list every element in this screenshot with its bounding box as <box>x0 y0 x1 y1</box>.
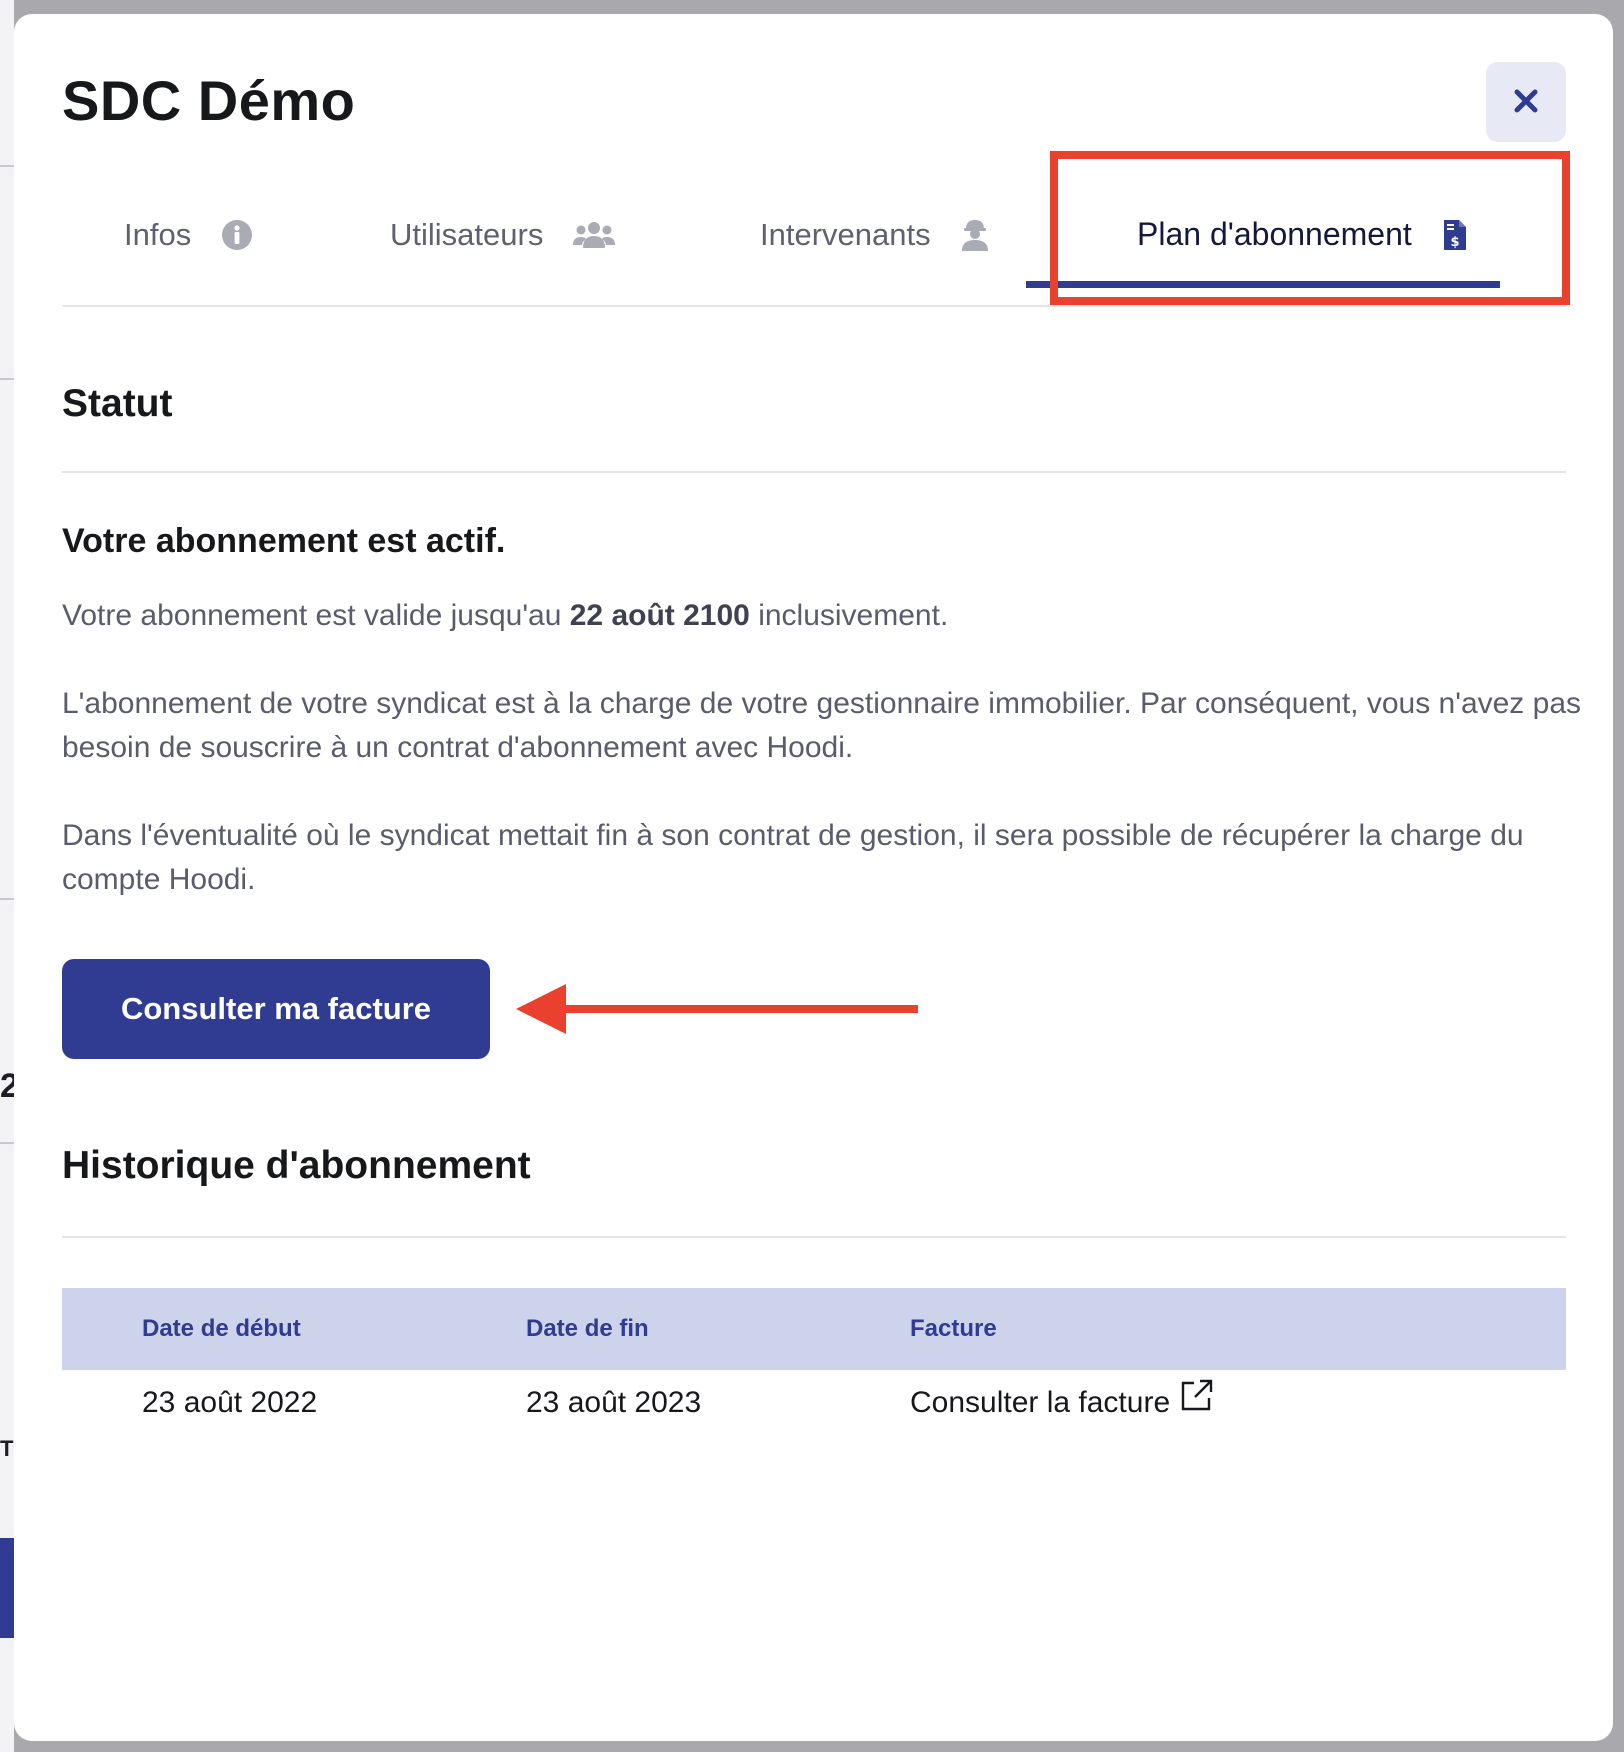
background-text: T <box>0 1436 14 1461</box>
section-title-historique: Historique d'abonnement <box>62 1144 531 1187</box>
tab-intervenants[interactable]: Intervenants <box>760 164 989 305</box>
column-header-end-date: Date de fin <box>526 1315 649 1342</box>
invoice-link-label: Consulter la facture <box>910 1386 1171 1419</box>
background-divider <box>0 1142 14 1144</box>
section-divider <box>62 471 1566 473</box>
invoice-link[interactable]: Consulter la facture <box>910 1370 1214 1436</box>
background-divider <box>0 165 14 167</box>
tab-label: Utilisateurs <box>390 216 544 252</box>
tab-label: Infos <box>124 216 192 252</box>
close-icon <box>1513 88 1539 117</box>
subscription-history-table: Date de début Date de fin Facture 23 aoû… <box>62 1288 1566 1436</box>
validity-text: Votre abonnement est valide jusqu'au 22 … <box>62 594 1582 638</box>
subscription-modal: SDC Démo Infos Utilisateurs Intervenants… <box>14 14 1613 1741</box>
validity-prefix: Votre abonnement est valide jusqu'au <box>62 599 570 632</box>
column-header-invoice: Facture <box>910 1315 997 1342</box>
billing-info-paragraph: L'abonnement de votre syndicat est à la … <box>62 687 1582 764</box>
info-circle-icon <box>221 219 253 251</box>
tab-infos[interactable]: Infos <box>124 164 253 305</box>
tab-label: Intervenants <box>760 216 931 252</box>
validity-date: 22 août 2100 <box>569 599 750 632</box>
column-header-start-date: Date de début <box>142 1315 301 1342</box>
section-divider <box>62 1236 1566 1238</box>
background-divider <box>0 898 14 900</box>
external-link-icon <box>1170 1370 1214 1436</box>
modal-title: SDC Démo <box>62 69 356 132</box>
view-invoice-button[interactable]: Consulter ma facture <box>62 959 490 1059</box>
contract-info-paragraph: Dans l'éventualité où le syndicat mettai… <box>62 819 1524 896</box>
annotation-arrow <box>516 974 922 1049</box>
status-heading: Votre abonnement est actif. <box>62 522 506 560</box>
end-date-cell: 23 août 2023 <box>526 1386 702 1419</box>
background-app <box>0 0 14 1752</box>
close-button[interactable] <box>1486 62 1566 142</box>
section-title-statut: Statut <box>62 382 173 425</box>
annotation-highlight-box <box>1050 151 1570 305</box>
background-button <box>0 1538 14 1638</box>
start-date-cell: 23 août 2022 <box>142 1386 318 1419</box>
table-header: Date de début Date de fin Facture <box>62 1288 1566 1370</box>
background-divider <box>0 378 14 380</box>
validity-suffix: inclusivement. <box>749 599 949 632</box>
worker-helmet-icon <box>961 218 989 252</box>
tab-utilisateurs[interactable]: Utilisateurs <box>390 164 616 305</box>
table-row: 23 août 2022 23 août 2023 Consulter la f… <box>62 1370 1566 1436</box>
users-group-icon <box>573 220 616 250</box>
background-text: 2 <box>0 1067 14 1105</box>
